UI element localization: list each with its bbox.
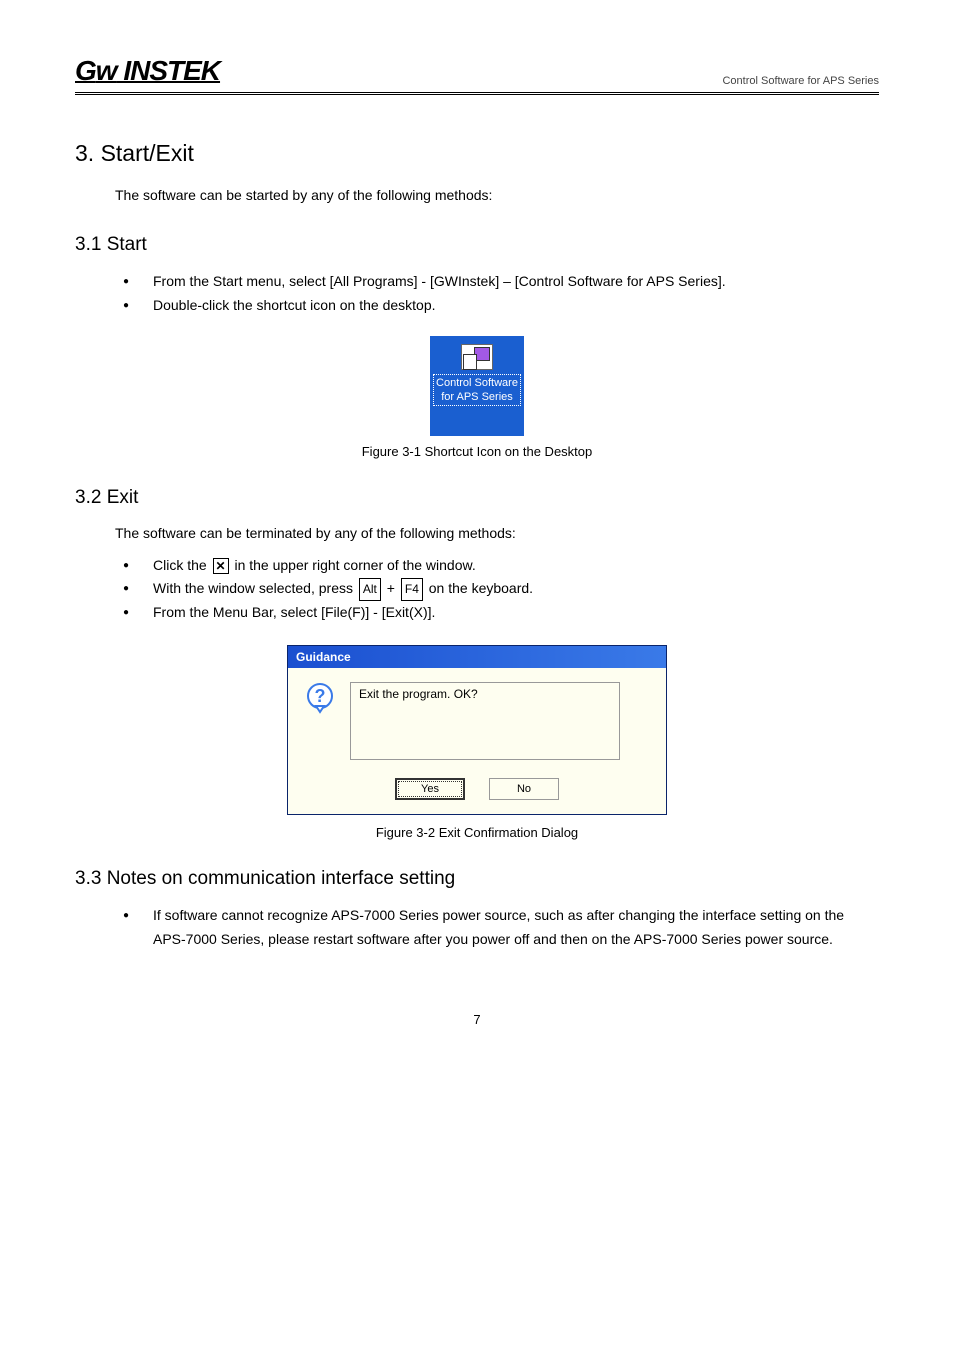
alt-key-icon: Alt: [359, 578, 381, 600]
exit-methods-list: Click the ✕ in the upper right corner of…: [75, 554, 879, 625]
dialog-title-bar: Guidance: [288, 646, 666, 668]
page-header: Gᴡ INSTEK Control Software for APS Serie…: [75, 55, 879, 95]
yes-button[interactable]: Yes: [395, 778, 465, 800]
section-3-3-title: 3.3 Notes on communication interface set…: [75, 868, 879, 890]
page-number: 7: [75, 1012, 879, 1027]
figure-3-2-caption: Figure 3-2 Exit Confirmation Dialog: [75, 825, 879, 840]
list-item: With the window selected, press Alt + F4…: [123, 577, 879, 601]
question-icon: ?: [304, 682, 336, 714]
exit-item-text-after: on the keyboard.: [425, 580, 533, 596]
notes-list: If software cannot recognize APS-7000 Se…: [75, 904, 879, 952]
exit-dialog-figure: Guidance ? Exit the program. OK? Yes No: [287, 645, 667, 815]
list-item: Double-click the shortcut icon on the de…: [123, 294, 879, 318]
section-3-title: 3. Start/Exit: [75, 140, 879, 167]
dialog-message: Exit the program. OK?: [350, 682, 620, 760]
figure-3-1-caption: Figure 3-1 Shortcut Icon on the Desktop: [75, 444, 879, 459]
list-item: Click the ✕ in the upper right corner of…: [123, 554, 879, 578]
list-item: From the Start menu, select [All Program…: [123, 270, 879, 294]
guidance-dialog: Guidance ? Exit the program. OK? Yes No: [287, 645, 667, 815]
exit-item-text: From the Menu Bar, select [File(F)] - [E…: [153, 604, 435, 620]
desktop-icon-label: Control Software for APS Series: [433, 374, 521, 407]
section-3-intro: The software can be started by any of th…: [75, 185, 879, 206]
exit-item-text: With the window selected, press: [153, 580, 357, 596]
start-methods-list: From the Start menu, select [All Program…: [75, 270, 879, 318]
list-item: From the Menu Bar, select [File(F)] - [E…: [123, 601, 879, 625]
desktop-icon-figure: Control Software for APS Series: [75, 336, 879, 436]
exit-item-text: Click the: [153, 557, 211, 573]
app-icon: [461, 344, 493, 370]
exit-item-text-after: in the upper right corner of the window.: [231, 557, 476, 573]
exit-intro: The software can be terminated by any of…: [75, 523, 879, 544]
dialog-body: ? Exit the program. OK?: [288, 668, 666, 770]
list-item: If software cannot recognize APS-7000 Se…: [123, 904, 879, 952]
f4-key-icon: F4: [401, 578, 423, 600]
dialog-button-row: Yes No: [288, 770, 666, 814]
desktop-shortcut-icon: Control Software for APS Series: [430, 336, 524, 436]
no-button[interactable]: No: [489, 778, 559, 800]
svg-text:?: ?: [315, 686, 326, 706]
header-subtitle: Control Software for APS Series: [722, 75, 879, 87]
section-3-1-title: 3.1 Start: [75, 234, 879, 256]
section-3-2-title: 3.2 Exit: [75, 487, 879, 509]
close-icon: ✕: [213, 558, 229, 574]
plus-text: +: [383, 580, 399, 596]
brand-logo: Gᴡ INSTEK: [75, 55, 220, 87]
